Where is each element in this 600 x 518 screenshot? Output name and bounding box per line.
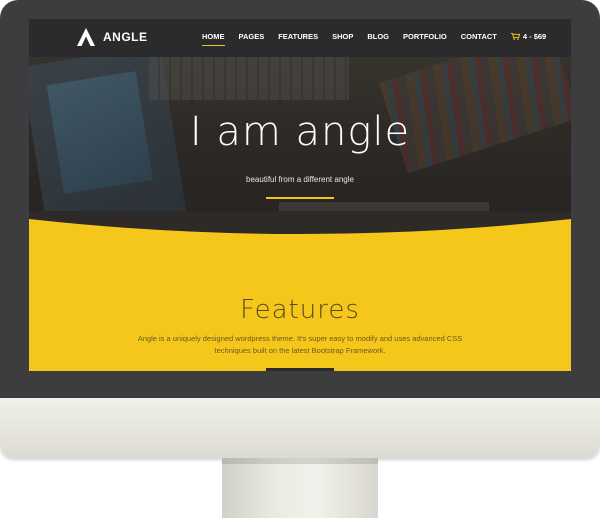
main-nav: HOME PAGES FEATURES SHOP BLOG PORTFOLIO … — [202, 32, 560, 46]
navbar: ANGLE HOME PAGES FEATURES SHOP BLOG PORT… — [29, 19, 571, 57]
nav-item-home[interactable]: HOME — [202, 32, 225, 46]
features-section: Features Angle is a uniquely designed wo… — [29, 211, 571, 371]
angle-logo-icon[interactable] — [76, 27, 96, 47]
features-description: Angle is a uniquely designed wordpress t… — [137, 334, 463, 355]
nav-item-shop[interactable]: SHOP — [332, 32, 353, 41]
features-curve — [29, 211, 571, 234]
hero-divider — [266, 197, 334, 199]
nav-item-portfolio[interactable]: PORTFOLIO — [403, 32, 447, 41]
monitor-stand — [222, 458, 378, 518]
features-tab-indicator — [266, 368, 334, 371]
monitor-chin — [0, 398, 600, 458]
hero-subtitle: beautiful from a different angle — [246, 175, 354, 184]
nav-item-features[interactable]: FEATURES — [278, 32, 318, 41]
hero-title: I am angle — [189, 109, 411, 155]
monitor-screen: ANGLE HOME PAGES FEATURES SHOP BLOG PORT… — [29, 19, 571, 371]
brand-name[interactable]: ANGLE — [103, 30, 148, 44]
monitor-stand-shadow — [222, 458, 378, 464]
cart-icon — [510, 33, 520, 40]
monitor-bezel: ANGLE HOME PAGES FEATURES SHOP BLOG PORT… — [0, 0, 600, 398]
cart-label: 4 - $69 — [522, 32, 547, 41]
nav-item-cart[interactable]: 4 - $69 — [510, 32, 547, 41]
nav-item-pages[interactable]: PAGES — [239, 32, 265, 41]
nav-item-blog[interactable]: BLOG — [367, 32, 389, 41]
features-title: Features — [240, 295, 360, 325]
nav-item-contact[interactable]: CONTACT — [461, 32, 497, 41]
